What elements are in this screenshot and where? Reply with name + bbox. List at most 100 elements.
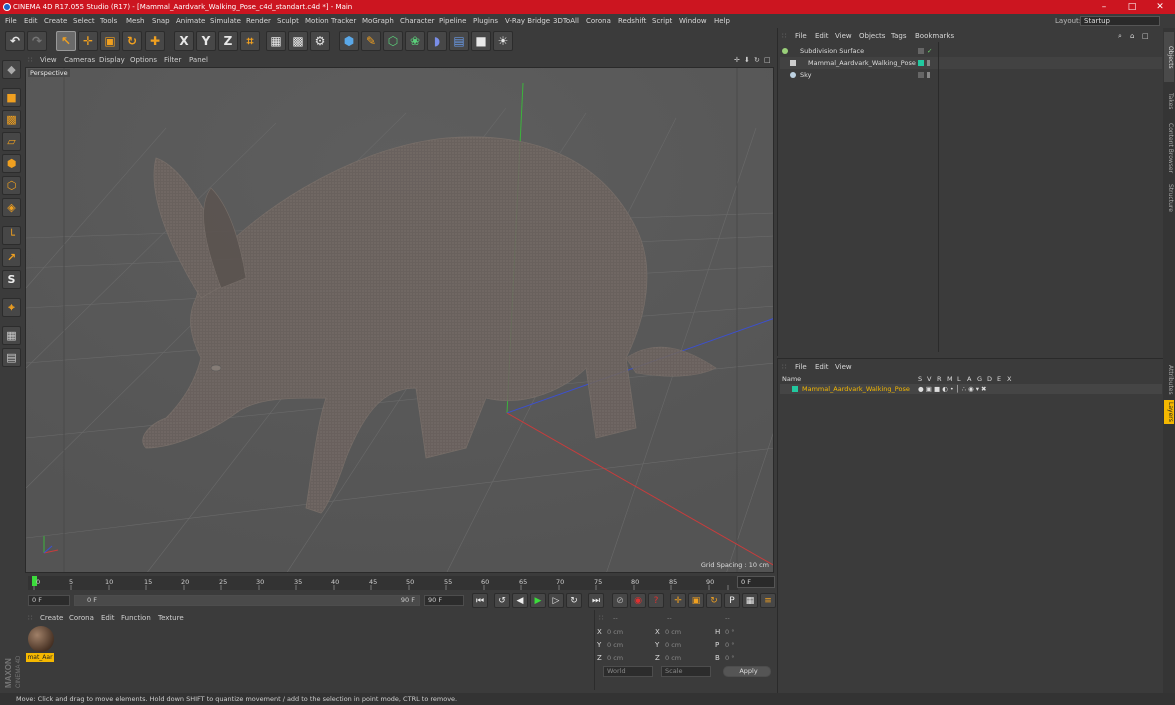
menu-plugins[interactable]: Plugins: [473, 14, 498, 28]
coord-mode-dropdown[interactable]: World: [603, 666, 653, 677]
menu-edit[interactable]: Edit: [24, 14, 38, 28]
object-menu-tags[interactable]: Tags: [891, 30, 907, 42]
light-icon[interactable]: ☀: [493, 31, 513, 51]
current-frame-field[interactable]: 0 F: [737, 576, 775, 588]
coord-size-mode-dropdown[interactable]: Scale: [661, 666, 711, 677]
menu-redshift[interactable]: Redshift: [618, 14, 646, 28]
menu-simulate[interactable]: Simulate: [210, 14, 241, 28]
visibility-toggle-icon[interactable]: [918, 48, 924, 54]
floor-icon[interactable]: ▤: [449, 31, 469, 51]
coord-pos-x[interactable]: 0 cm: [607, 628, 623, 636]
panel-toggle-icon[interactable]: □: [1142, 30, 1149, 42]
menu-render[interactable]: Render: [246, 14, 271, 28]
menu-motion-tracker[interactable]: Motion Tracker: [305, 14, 356, 28]
camera-icon[interactable]: ■: [471, 31, 491, 51]
lock-workplane-icon[interactable]: ▤: [2, 348, 21, 367]
undo-icon[interactable]: ↶: [5, 31, 25, 51]
menu-create[interactable]: Create: [44, 14, 67, 28]
workplane-icon[interactable]: ▱: [2, 132, 21, 151]
keyframe-selection-icon[interactable]: ?: [648, 593, 664, 608]
visibility-toggle-icon[interactable]: [927, 72, 930, 78]
move-icon[interactable]: ✛: [78, 31, 98, 51]
play-icon[interactable]: ▶: [530, 593, 546, 608]
timeline[interactable]: 0 5 10 15 20 25 30 35 40 45 50 55 60 65 …: [24, 574, 776, 592]
coord-pos-y[interactable]: 0 cm: [607, 641, 623, 649]
timeline-ruler[interactable]: 0 5 10 15 20 25 30 35 40 45 50 55 60 65 …: [28, 576, 738, 590]
toggle-layout-icon[interactable]: □: [764, 54, 771, 67]
autokey-icon[interactable]: ◉: [630, 593, 646, 608]
search-icon[interactable]: ⌕: [1118, 30, 1122, 42]
layout-dropdown[interactable]: Startup: [1080, 16, 1160, 26]
deformer-icon[interactable]: ◗: [427, 31, 447, 51]
layer-menu-edit[interactable]: Edit: [815, 361, 829, 373]
edges-mode-icon[interactable]: ⬡: [2, 176, 21, 195]
render-view-icon[interactable]: ▦: [266, 31, 286, 51]
key-rotation-icon[interactable]: ↻: [706, 593, 722, 608]
sculpt-icon[interactable]: ▦: [2, 326, 21, 345]
layer-flag-icons[interactable]: ● ▣ ■ ◐ • │ ∴ ◉ ▾ ✖: [918, 384, 987, 394]
tab-objects[interactable]: Objects: [1164, 32, 1174, 82]
x-axis-icon[interactable]: X: [174, 31, 194, 51]
pen-icon[interactable]: ✎: [361, 31, 381, 51]
start-frame-field[interactable]: 0 F: [28, 595, 70, 606]
close-button[interactable]: ✕: [1148, 0, 1172, 14]
menu-pipeline[interactable]: Pipeline: [439, 14, 466, 28]
layer-row[interactable]: Mammal_Aardvark_Walking_Pose ● ▣ ■ ◐ • │…: [780, 384, 1162, 394]
next-frame-icon[interactable]: ▷: [548, 593, 564, 608]
menu-script[interactable]: Script: [652, 14, 672, 28]
previous-key-icon[interactable]: ↺: [494, 593, 510, 608]
z-axis-icon[interactable]: Z: [218, 31, 238, 51]
material-thumbnail[interactable]: [28, 626, 54, 652]
menu-mesh[interactable]: Mesh: [126, 14, 144, 28]
range-slider[interactable]: 0 F 90 F: [74, 595, 420, 606]
coord-rot-h[interactable]: 0 °: [725, 628, 734, 636]
menu-character[interactable]: Character: [400, 14, 435, 28]
polygons-mode-icon[interactable]: ◈: [2, 198, 21, 217]
add-icon[interactable]: ✚: [145, 31, 165, 51]
material-menu-create[interactable]: Create: [40, 612, 63, 624]
object-row-aardvark[interactable]: Mammal_Aardvark_Walking_Pose: [780, 57, 1162, 69]
tab-content-browser[interactable]: Content Browser: [1164, 118, 1174, 178]
viewport-menu-panel[interactable]: Panel: [189, 54, 208, 67]
menu-help[interactable]: Help: [714, 14, 730, 28]
points-mode-icon[interactable]: ⬢: [2, 154, 21, 173]
menu-sculpt[interactable]: Sculpt: [277, 14, 299, 28]
material-menu-corona[interactable]: Corona: [69, 612, 94, 624]
object-row-sky[interactable]: Sky: [780, 69, 1162, 81]
end-frame-field[interactable]: 90 F: [424, 595, 464, 606]
object-menu-edit[interactable]: Edit: [815, 30, 829, 42]
menu-file[interactable]: File: [5, 14, 17, 28]
key-position-icon[interactable]: ✛: [670, 593, 686, 608]
visibility-toggle-icon[interactable]: [918, 72, 924, 78]
menu-mograph[interactable]: MoGraph: [362, 14, 394, 28]
key-scale-icon[interactable]: ▣: [688, 593, 704, 608]
tab-structure[interactable]: Structure: [1164, 178, 1174, 218]
object-menu-bookmarks[interactable]: Bookmarks: [915, 30, 954, 42]
object-row-subdivision[interactable]: Subdivision Surface ✓: [780, 45, 1162, 57]
material-menu-texture[interactable]: Texture: [158, 612, 184, 624]
viewport-canvas[interactable]: Perspective Grid Spacing : 10 cm: [25, 67, 774, 573]
soft-selection-icon[interactable]: S: [2, 270, 21, 289]
zoom-view-icon[interactable]: ⬇: [744, 54, 750, 67]
menu-select[interactable]: Select: [73, 14, 95, 28]
material-name[interactable]: mat_Aar: [26, 653, 54, 662]
redo-icon[interactable]: ↷: [27, 31, 47, 51]
menu-window[interactable]: Window: [679, 14, 707, 28]
object-menu-file[interactable]: File: [795, 30, 807, 42]
object-name-aardvark[interactable]: Mammal_Aardvark_Walking_Pose: [808, 57, 916, 69]
visibility-toggle-icon[interactable]: [927, 60, 930, 66]
layer-color-tag-icon[interactable]: [918, 60, 924, 66]
coord-rot-p[interactable]: 0 °: [725, 641, 734, 649]
viewport-menu-options[interactable]: Options: [130, 54, 157, 67]
object-menu-view[interactable]: View: [835, 30, 852, 42]
restore-button[interactable]: □: [1120, 0, 1144, 14]
make-editable-icon[interactable]: ◆: [2, 60, 21, 79]
key-parameter-icon[interactable]: P: [724, 593, 740, 608]
object-menu-objects[interactable]: Objects: [859, 30, 885, 42]
menu-tools[interactable]: Tools: [100, 14, 117, 28]
layer-color-icon[interactable]: [792, 386, 798, 392]
layer-menu-view[interactable]: View: [835, 361, 852, 373]
material-menu-edit[interactable]: Edit: [101, 612, 115, 624]
home-icon[interactable]: ⌂: [1130, 30, 1134, 42]
menu-corona[interactable]: Corona: [586, 14, 611, 28]
